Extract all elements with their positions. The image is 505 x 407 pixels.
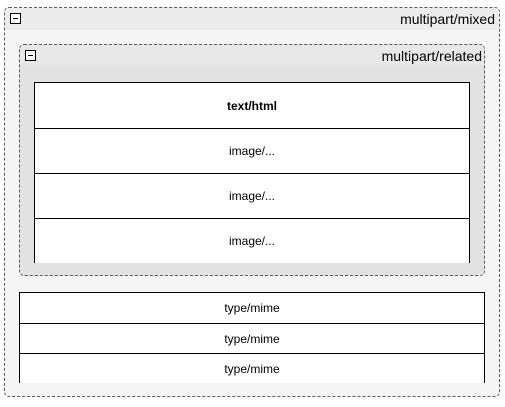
part-text-html[interactable]: text/html bbox=[35, 83, 469, 128]
multipart-mixed-label: multipart/mixed bbox=[400, 11, 495, 27]
collapse-minus-icon[interactable] bbox=[10, 13, 21, 24]
part-type-mime-3[interactable]: type/mime bbox=[20, 353, 484, 383]
multipart-related-header: multipart/related bbox=[20, 45, 484, 65]
part-type-mime-1[interactable]: type/mime bbox=[20, 293, 484, 323]
multipart-mixed-header: multipart/mixed bbox=[5, 8, 499, 30]
collapse-minus-icon[interactable] bbox=[25, 50, 36, 61]
multipart-related-container: multipart/related text/html image/... im… bbox=[19, 44, 485, 276]
mixed-parts-list: type/mime type/mime type/mime bbox=[19, 292, 485, 383]
part-type-mime-2[interactable]: type/mime bbox=[20, 323, 484, 353]
part-image-1[interactable]: image/... bbox=[35, 128, 469, 173]
part-image-3[interactable]: image/... bbox=[35, 218, 469, 263]
part-image-2[interactable]: image/... bbox=[35, 173, 469, 218]
multipart-related-label: multipart/related bbox=[381, 48, 482, 64]
multipart-mixed-container: multipart/mixed multipart/related text/h… bbox=[4, 7, 500, 397]
related-parts-list: text/html image/... image/... image/... bbox=[34, 82, 470, 263]
